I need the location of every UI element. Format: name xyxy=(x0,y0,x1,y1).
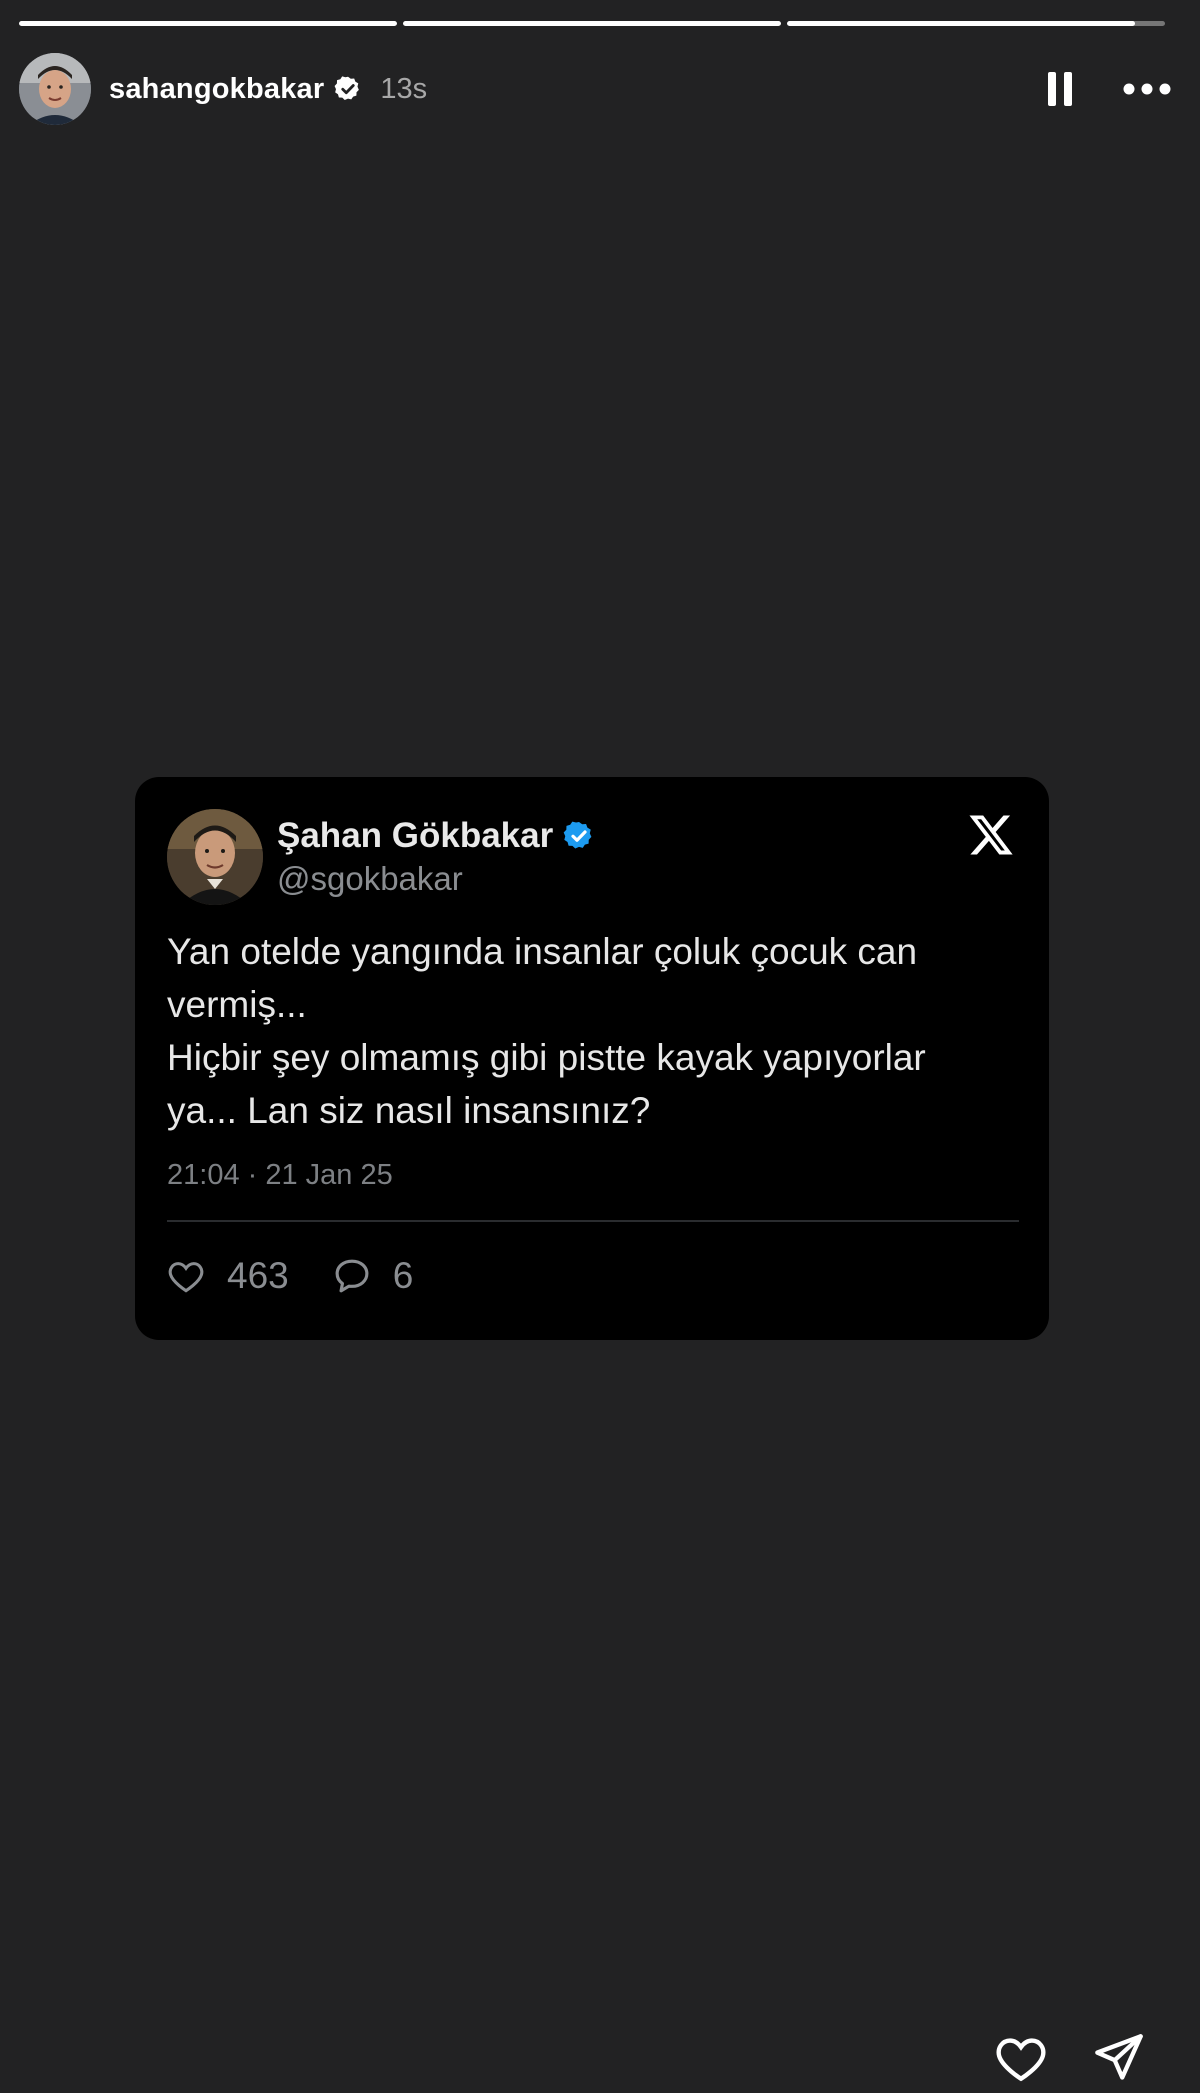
reply-count: 6 xyxy=(392,1255,414,1296)
progress-segment-1 xyxy=(19,21,397,26)
heart-icon xyxy=(996,2038,1046,2082)
reply-bubble-icon xyxy=(335,1259,369,1293)
like-story-button[interactable] xyxy=(992,2029,1050,2087)
pause-button[interactable] xyxy=(1047,72,1073,106)
more-options-button[interactable] xyxy=(1123,83,1171,95)
tweet-text-line: Hiçbir şey olmamış gibi pistte kayak yap… xyxy=(167,1037,926,1078)
tweet-actions: 463 6 xyxy=(167,1255,457,1297)
send-icon xyxy=(1095,2034,1143,2080)
progress-segment-3 xyxy=(787,21,1165,26)
tweet-date: 21:04 · 21 Jan 25 xyxy=(167,1159,393,1191)
x-logo-icon xyxy=(967,811,1015,859)
tweet-like-button[interactable]: 463 xyxy=(167,1255,289,1297)
tweet-header: Şahan Gökbakar @sgokbakar xyxy=(167,809,595,905)
tweet-handle: @sgokbakar xyxy=(277,860,463,897)
header-actions xyxy=(1047,72,1181,106)
share-story-button[interactable] xyxy=(1090,2029,1148,2087)
story-progress-bars xyxy=(19,21,1165,26)
pause-icon xyxy=(1048,72,1072,106)
more-horizontal-icon xyxy=(1123,83,1171,95)
story-footer-actions xyxy=(992,2029,1148,2087)
avatar[interactable] xyxy=(19,53,91,125)
tweet-text-line: vermiş... xyxy=(167,984,307,1025)
username[interactable]: sahangokbakar xyxy=(109,73,324,106)
tweet-text: Yan otelde yangında insanlar çoluk çocuk… xyxy=(167,925,1017,1137)
story-header: sahangokbakar 13s xyxy=(19,52,1181,126)
tweet-verified-icon xyxy=(563,820,595,852)
tweet-reply-button[interactable]: 6 xyxy=(333,1255,414,1297)
tweet-author: Şahan Gökbakar @sgokbakar xyxy=(277,816,595,898)
heart-outline-icon xyxy=(168,1262,204,1293)
tweet-text-line: ya... Lan siz nasıl insansınız? xyxy=(167,1090,651,1131)
verified-badge-icon xyxy=(334,75,362,103)
progress-segment-2 xyxy=(403,21,781,26)
tweet-display-name: Şahan Gökbakar xyxy=(277,816,554,855)
story-viewer: sahangokbakar 13s Şahan Gökbakar @sgokba… xyxy=(0,0,1200,2093)
story-timestamp: 13s xyxy=(380,72,428,105)
tweet-avatar xyxy=(167,809,263,905)
divider xyxy=(167,1220,1019,1222)
like-count: 463 xyxy=(227,1255,289,1296)
tweet-card[interactable]: Şahan Gökbakar @sgokbakar Yan otelde yan… xyxy=(135,777,1049,1340)
tweet-text-line: Yan otelde yangında insanlar çoluk çocuk… xyxy=(167,931,918,972)
